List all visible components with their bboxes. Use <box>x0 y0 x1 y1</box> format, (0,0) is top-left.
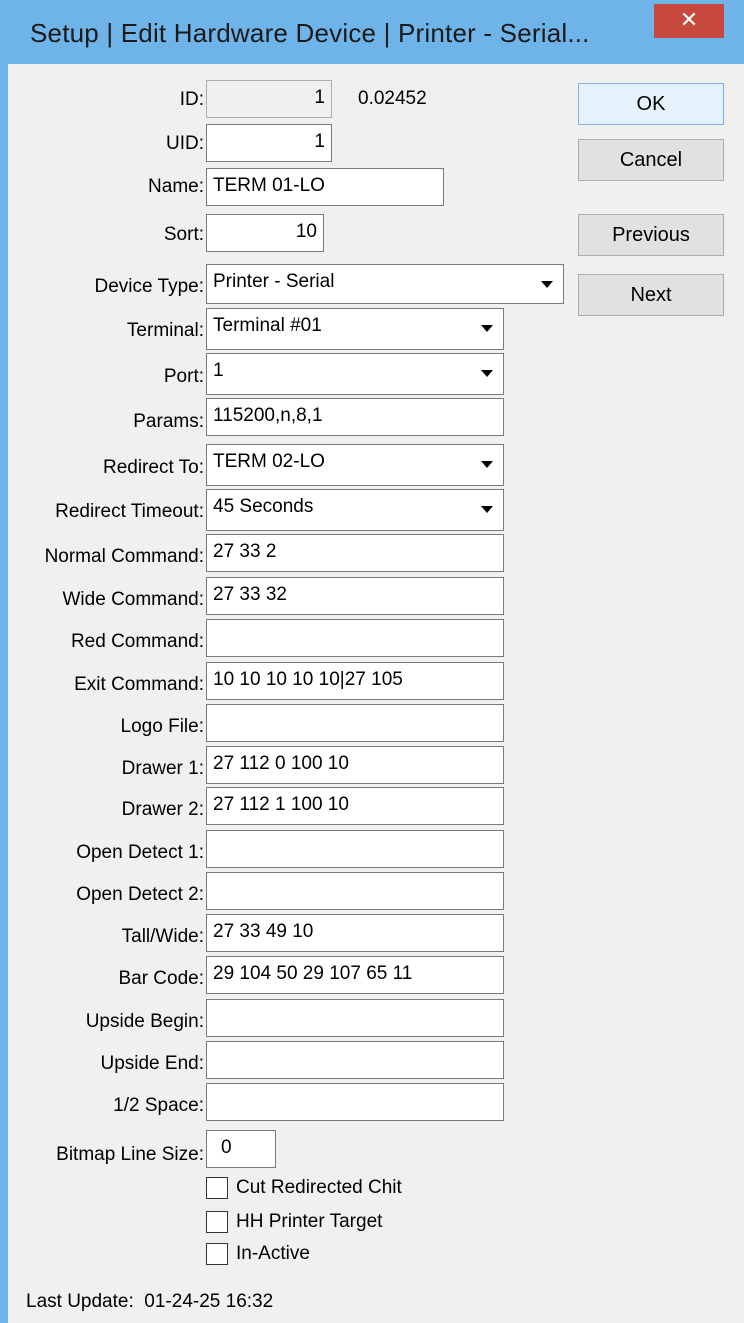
sort-label: Sort: <box>163 224 204 245</box>
open-detect-1-label: Open Detect 1: <box>76 842 204 863</box>
bar-code-field[interactable]: 29 104 50 29 107 65 11 <box>206 956 504 994</box>
redirect-to-label: Redirect To: <box>102 457 204 478</box>
open-detect-1-field[interactable] <box>206 830 504 868</box>
drawer-2-label: Drawer 2: <box>121 799 204 820</box>
uid-label: UID: <box>166 133 204 154</box>
chevron-down-icon <box>481 506 493 513</box>
red-command-field[interactable] <box>206 619 504 657</box>
drawer-1-field[interactable]: 27 112 0 100 10 <box>206 746 504 784</box>
params-field[interactable]: 115200,n,8,1 <box>206 398 504 436</box>
normal-command-field[interactable]: 27 33 2 <box>206 534 504 572</box>
cut-redirected-chit-label: Cut Redirected Chit <box>236 1177 402 1198</box>
id-label: ID: <box>179 89 204 110</box>
checkbox-box[interactable] <box>206 1243 228 1265</box>
name-field[interactable]: TERM 01-LO <box>206 168 444 206</box>
upside-end-field[interactable] <box>206 1041 504 1079</box>
drawer-2-field[interactable]: 27 112 1 100 10 <box>206 787 504 825</box>
red-command-label: Red Command: <box>70 631 204 652</box>
hh-printer-target-label: HH Printer Target <box>236 1211 383 1232</box>
port-dropdown[interactable]: 1 <box>206 353 504 395</box>
terminal-value: Terminal #01 <box>213 315 322 336</box>
upside-end-label: Upside End: <box>100 1053 204 1074</box>
drawer-1-label: Drawer 1: <box>121 758 204 779</box>
half-space-label: 1/2 Space: <box>113 1095 204 1116</box>
window-title: Setup | Edit Hardware Device | Printer -… <box>30 18 590 48</box>
port-label: Port: <box>163 366 204 387</box>
cancel-button[interactable]: Cancel <box>578 139 724 181</box>
next-button[interactable]: Next <box>578 274 724 316</box>
chevron-down-icon <box>481 461 493 468</box>
device-type-dropdown[interactable]: Printer - Serial <box>206 264 564 304</box>
bitmap-line-size-field[interactable]: 0 <box>206 1130 276 1168</box>
redirect-timeout-label: Redirect Timeout: <box>55 501 204 522</box>
in-active-checkbox[interactable]: In-Active <box>206 1243 310 1265</box>
close-icon: ✕ <box>679 7 699 32</box>
normal-command-label: Normal Command: <box>44 546 204 567</box>
tall-wide-label: Tall/Wide: <box>121 926 204 947</box>
terminal-label: Terminal: <box>126 320 204 341</box>
id-field: 1 <box>206 80 332 118</box>
redirect-to-value: TERM 02-LO <box>213 451 325 472</box>
exit-command-field[interactable]: 10 10 10 10 10|27 105 <box>206 662 504 700</box>
bitmap-line-size-label: Bitmap Line Size: <box>56 1144 204 1165</box>
checkbox-box[interactable] <box>206 1177 228 1199</box>
redirect-timeout-value: 45 Seconds <box>213 496 314 517</box>
wide-command-label: Wide Command: <box>62 589 205 610</box>
cut-redirected-chit-checkbox[interactable]: Cut Redirected Chit <box>206 1177 402 1199</box>
logo-file-field[interactable] <box>206 704 504 742</box>
chevron-down-icon <box>481 370 493 377</box>
close-button[interactable]: ✕ <box>654 4 724 38</box>
in-active-label: In-Active <box>236 1243 310 1264</box>
logo-file-label: Logo File: <box>120 716 204 737</box>
chevron-down-icon <box>541 281 553 288</box>
device-type-label: Device Type: <box>94 276 204 297</box>
half-space-field[interactable] <box>206 1083 504 1121</box>
upside-begin-label: Upside Begin: <box>85 1011 204 1032</box>
sort-field[interactable]: 10 <box>206 214 324 252</box>
redirect-timeout-dropdown[interactable]: 45 Seconds <box>206 489 504 531</box>
wide-command-field[interactable]: 27 33 32 <box>206 577 504 615</box>
terminal-dropdown[interactable]: Terminal #01 <box>206 308 504 350</box>
bar-code-label: Bar Code: <box>118 968 204 989</box>
id-extra-value: 0.02452 <box>358 88 427 109</box>
upside-begin-field[interactable] <box>206 999 504 1037</box>
chevron-down-icon <box>481 325 493 332</box>
dialog-body: ID: 1 0.02452 UID: 1 Name: TERM 01-LO So… <box>8 64 744 1323</box>
previous-button[interactable]: Previous <box>578 214 724 256</box>
open-detect-2-label: Open Detect 2: <box>76 884 204 905</box>
port-value: 1 <box>213 360 224 381</box>
uid-field[interactable]: 1 <box>206 124 332 162</box>
tall-wide-field[interactable]: 27 33 49 10 <box>206 914 504 952</box>
dialog-window: Setup | Edit Hardware Device | Printer -… <box>0 0 744 1323</box>
device-type-value: Printer - Serial <box>213 271 335 292</box>
last-update-text: Last Update: 01-24-25 16:32 <box>26 1291 274 1312</box>
redirect-to-dropdown[interactable]: TERM 02-LO <box>206 444 504 486</box>
hh-printer-target-checkbox[interactable]: HH Printer Target <box>206 1211 382 1233</box>
checkbox-box[interactable] <box>206 1211 228 1233</box>
params-label: Params: <box>133 411 204 432</box>
name-label: Name: <box>148 176 204 197</box>
ok-button[interactable]: OK <box>578 83 724 125</box>
title-bar[interactable]: Setup | Edit Hardware Device | Printer -… <box>0 0 744 64</box>
open-detect-2-field[interactable] <box>206 872 504 910</box>
exit-command-label: Exit Command: <box>74 674 204 695</box>
